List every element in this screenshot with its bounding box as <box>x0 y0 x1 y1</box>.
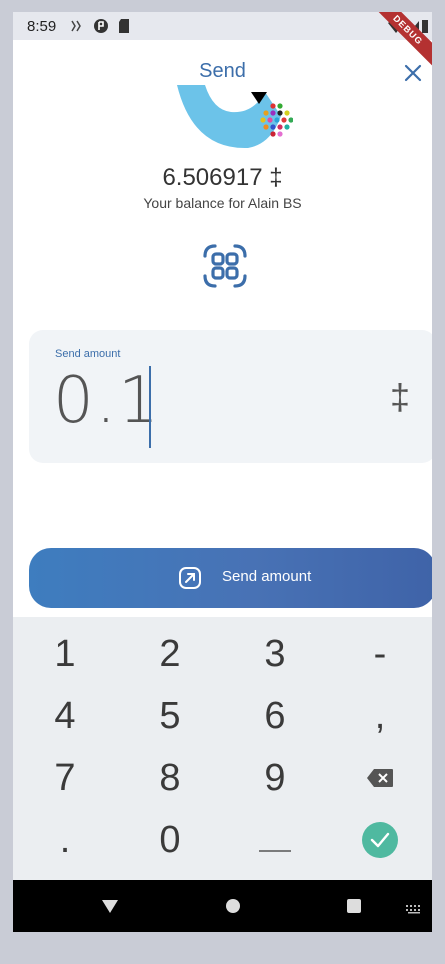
status-bar: 8:59 DEBUG <box>13 12 432 72</box>
key-label: 1 <box>54 632 76 675</box>
key-label: - <box>373 632 387 675</box>
key-label: 2 <box>159 632 181 675</box>
key-label: 7 <box>54 756 76 799</box>
app-notification-icon <box>93 18 109 39</box>
signal-activity-icon <box>69 18 85 39</box>
key-label: 6 <box>264 694 286 737</box>
qr-scan-icon <box>203 244 247 288</box>
send-arrow-icon <box>178 566 202 590</box>
page-title: Send <box>199 60 246 82</box>
key-label: , <box>374 694 386 737</box>
key-label: . <box>59 818 71 861</box>
recents-square-icon <box>347 899 361 913</box>
balance-label: Your balance for Alain BS <box>143 195 302 211</box>
sd-card-icon <box>117 18 131 39</box>
key-space[interactable] <box>223 809 327 871</box>
key-label: 0 <box>159 818 181 861</box>
amount-label: Send amount <box>55 348 121 360</box>
key-label: 4 <box>54 694 76 737</box>
recents-nav-button[interactable] <box>346 898 362 919</box>
avatar <box>153 40 293 152</box>
key-2[interactable]: 2 <box>118 623 222 685</box>
key-label: 5 <box>159 694 181 737</box>
key-label: 8 <box>159 756 181 799</box>
send-amount-label: Send amount <box>222 568 312 585</box>
close-icon <box>404 64 422 82</box>
key-7[interactable]: 7 <box>13 747 117 809</box>
currency-symbol: ‡ <box>389 376 410 417</box>
keyboard-switch-button[interactable] <box>405 901 423 919</box>
backspace-icon <box>367 769 393 787</box>
amount-input-value[interactable]: 0.1 <box>53 364 161 438</box>
numeric-keypad: 1 2 3 - 4 5 6 , 7 8 9 . 0 <box>13 617 432 880</box>
keyboard-icon <box>406 905 420 914</box>
key-minus[interactable]: - <box>328 623 432 685</box>
status-time: 8:59 <box>27 18 57 35</box>
key-decimal[interactable]: . <box>13 809 117 871</box>
home-circle-icon <box>226 899 240 913</box>
close-button[interactable] <box>400 60 426 86</box>
key-label: 9 <box>264 756 286 799</box>
key-6[interactable]: 6 <box>223 685 327 747</box>
system-navigation-bar <box>13 880 432 932</box>
key-done[interactable] <box>328 809 432 871</box>
key-4[interactable]: 4 <box>13 685 117 747</box>
key-5[interactable]: 5 <box>118 685 222 747</box>
back-triangle-icon <box>102 900 118 913</box>
key-0[interactable]: 0 <box>118 809 222 871</box>
checkmark-icon <box>362 822 398 858</box>
key-comma[interactable]: , <box>328 685 432 747</box>
text-cursor <box>149 366 151 448</box>
key-backspace[interactable] <box>328 747 432 809</box>
key-1[interactable]: 1 <box>13 623 117 685</box>
home-nav-button[interactable] <box>225 898 241 919</box>
send-amount-button[interactable]: Send amount <box>29 548 432 608</box>
amount-input-card[interactable]: Send amount 0.1 ‡ <box>29 330 432 463</box>
phone-screen: 8:59 DEBUG Send 6.506917 ‡ Your balance … <box>13 12 432 932</box>
key-label: 3 <box>264 632 286 675</box>
scan-qr-button[interactable] <box>201 242 249 290</box>
key-9[interactable]: 9 <box>223 747 327 809</box>
key-8[interactable]: 8 <box>118 747 222 809</box>
back-nav-button[interactable] <box>101 898 119 919</box>
space-bar-icon <box>259 850 291 852</box>
balance-value: 6.506917 ‡ <box>162 164 283 191</box>
key-3[interactable]: 3 <box>223 623 327 685</box>
